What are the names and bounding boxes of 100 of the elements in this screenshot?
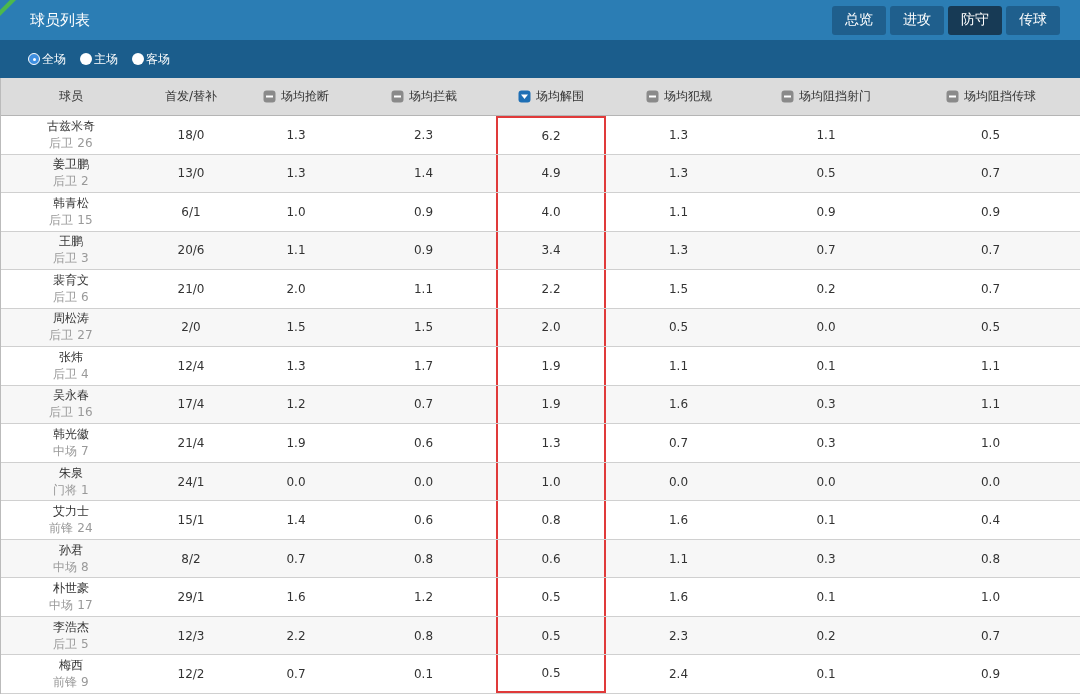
table-cell: 0.2 bbox=[816, 281, 836, 296]
radio-icon[interactable] bbox=[80, 53, 92, 65]
table-cell: 2.3 bbox=[668, 628, 689, 643]
column-header[interactable]: 场均抢断 bbox=[281, 88, 329, 105]
radio-icon[interactable] bbox=[132, 53, 144, 65]
column-header[interactable]: 首发/替补 bbox=[164, 88, 217, 105]
view-tab[interactable]: 防守 bbox=[948, 5, 1002, 35]
player-position: 前锋 24 bbox=[49, 520, 93, 538]
table-cell: 1.4 bbox=[413, 166, 434, 181]
table-cell: 1.2 bbox=[413, 590, 434, 605]
venue-radio[interactable]: 全场 bbox=[28, 50, 66, 68]
column-header[interactable]: 场均犯规 bbox=[663, 88, 712, 105]
player-name: 裴育文 bbox=[53, 271, 89, 289]
table-cell: 8/2 bbox=[181, 551, 201, 566]
table-cell: 1.6 bbox=[668, 590, 689, 605]
column-header[interactable]: 场均阻挡射门 bbox=[799, 88, 871, 105]
player-name: 张炜 bbox=[59, 348, 83, 366]
player-name: 孙君 bbox=[59, 541, 83, 559]
table-cell: 12/4 bbox=[177, 358, 205, 373]
table-cell: 24/1 bbox=[177, 474, 205, 489]
player-name: 古兹米奇 bbox=[47, 117, 95, 135]
table-cell: 1.6 bbox=[668, 397, 689, 412]
table-cell: 0.7 bbox=[413, 397, 434, 412]
table-cell: 18/0 bbox=[177, 127, 205, 142]
venue-radio[interactable]: 客场 bbox=[132, 50, 170, 68]
table-cell: 13/0 bbox=[177, 166, 205, 181]
table-cell: 1.1 bbox=[668, 551, 689, 566]
table-cell: 0.0 bbox=[816, 474, 836, 489]
player-position: 后卫 6 bbox=[53, 288, 89, 306]
player-position: 后卫 16 bbox=[49, 404, 93, 422]
table-cell: 4.9 bbox=[541, 166, 561, 181]
table-cell: 1.6 bbox=[668, 513, 689, 528]
venue-radio[interactable]: 主场 bbox=[80, 50, 118, 68]
table-cell: 0.1 bbox=[413, 667, 434, 682]
table-cell: 1.0 bbox=[980, 590, 1001, 605]
sort-toggle-icon[interactable] bbox=[645, 90, 659, 103]
player-name: 吴永春 bbox=[53, 387, 89, 405]
table-cell: 2.4 bbox=[668, 667, 689, 682]
sort-toggle-icon[interactable] bbox=[945, 90, 959, 103]
table-cell: 1.3 bbox=[541, 436, 561, 451]
table-cell: 0.8 bbox=[413, 551, 434, 566]
table-cell: 17/4 bbox=[177, 397, 205, 412]
table-cell: 0.7 bbox=[980, 281, 1001, 296]
sort-toggle-icon[interactable] bbox=[263, 90, 276, 103]
table-cell: 2.2 bbox=[541, 281, 561, 296]
table-cell: 0.2 bbox=[816, 628, 836, 643]
table-cell: 0.3 bbox=[816, 436, 836, 451]
player-name: 朱泉 bbox=[59, 464, 83, 482]
table-cell: 1.5 bbox=[668, 281, 689, 296]
column-header[interactable]: 场均阻挡传球 bbox=[963, 88, 1036, 105]
player-position: 中场 17 bbox=[49, 597, 93, 615]
player-position: 后卫 2 bbox=[53, 173, 89, 191]
table-cell: 0.1 bbox=[816, 667, 836, 682]
view-tab[interactable]: 传球 bbox=[1006, 5, 1060, 35]
table-cell: 0.1 bbox=[816, 513, 836, 528]
view-tab[interactable]: 总览 bbox=[832, 5, 886, 35]
player-name: 梅西 bbox=[59, 657, 83, 675]
sort-toggle-icon[interactable] bbox=[390, 90, 404, 103]
player-position: 中场 7 bbox=[53, 443, 89, 461]
table-cell: 0.0 bbox=[980, 474, 1001, 489]
player-name: 韩青松 bbox=[53, 194, 89, 212]
radio-icon[interactable] bbox=[28, 53, 40, 65]
column-header[interactable]: 球员 bbox=[59, 88, 83, 105]
table-cell: 0.9 bbox=[980, 667, 1001, 682]
table-cell: 0.5 bbox=[541, 666, 561, 681]
table-cell: 21/4 bbox=[177, 436, 205, 451]
table-cell: 1.3 bbox=[668, 243, 689, 258]
table-cell: 0.7 bbox=[286, 551, 306, 566]
table-cell: 1.7 bbox=[413, 358, 434, 373]
sort-descending-icon[interactable] bbox=[518, 90, 531, 103]
table-cell: 1.5 bbox=[413, 320, 434, 335]
table-cell: 1.0 bbox=[541, 474, 561, 489]
table-cell: 6.2 bbox=[541, 128, 561, 143]
player-position: 后卫 15 bbox=[49, 211, 93, 229]
table-cell: 4.0 bbox=[541, 204, 561, 219]
table-cell: 2.0 bbox=[286, 281, 306, 296]
table-cell: 1.2 bbox=[286, 397, 306, 412]
table-cell: 1.3 bbox=[286, 127, 306, 142]
view-tab[interactable]: 进攻 bbox=[890, 5, 944, 35]
player-position: 后卫 4 bbox=[53, 365, 89, 383]
table-cell: 1.3 bbox=[668, 127, 689, 142]
column-header[interactable]: 场均拦截 bbox=[408, 88, 457, 105]
sort-toggle-icon[interactable] bbox=[781, 90, 794, 103]
table-cell: 0.6 bbox=[541, 551, 561, 566]
table-cell: 1.3 bbox=[286, 358, 306, 373]
table-cell: 0.7 bbox=[980, 166, 1001, 181]
table-cell: 0.5 bbox=[541, 590, 561, 605]
table-cell: 1.1 bbox=[980, 358, 1001, 373]
table-cell: 0.5 bbox=[980, 127, 1001, 142]
player-position: 后卫 26 bbox=[49, 134, 93, 152]
table-cell: 1.1 bbox=[668, 204, 689, 219]
table-cell: 1.6 bbox=[286, 590, 306, 605]
column-header[interactable]: 场均解围 bbox=[536, 88, 584, 105]
player-position: 前锋 9 bbox=[53, 674, 89, 692]
table-cell: 0.5 bbox=[668, 320, 689, 335]
table-cell: 0.5 bbox=[816, 166, 836, 181]
table-cell: 1.0 bbox=[286, 204, 306, 219]
table-cell: 0.3 bbox=[816, 397, 836, 412]
table-cell: 1.9 bbox=[286, 436, 306, 451]
table-cell: 15/1 bbox=[177, 513, 205, 528]
